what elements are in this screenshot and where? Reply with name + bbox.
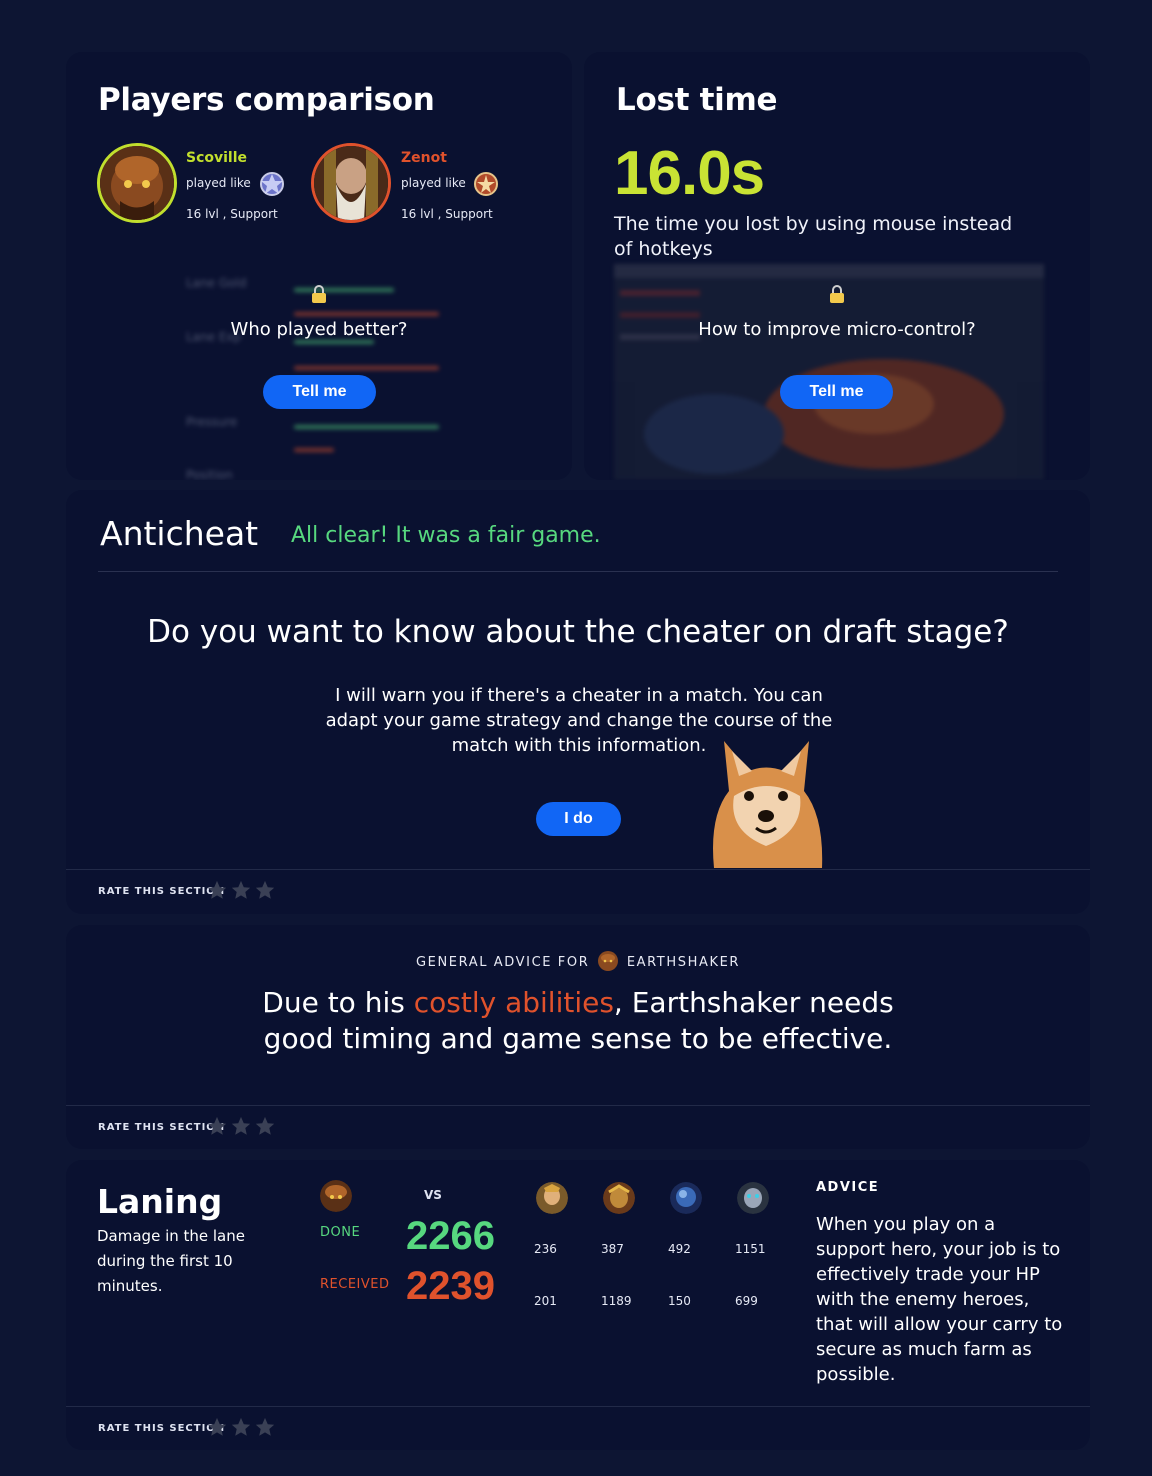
received-value: 2239 [406, 1264, 495, 1308]
blurred-label: Pressure [186, 415, 238, 429]
lost-time-title: Lost time [616, 82, 778, 118]
player2-info: 16 lvl , Support [401, 207, 493, 221]
blurred-label: Lane Gold [186, 276, 247, 290]
general-advice-card: GENERAL ADVICE FOR EARTHSHAKER Due to hi… [66, 925, 1090, 1149]
players-comparison-title: Players comparison [98, 82, 435, 118]
enemy-hero-icon [536, 1182, 568, 1214]
star-icon[interactable] [230, 1115, 252, 1137]
laning-description: Damage in the lane during the first 10 m… [97, 1227, 245, 1295]
star-icon[interactable] [206, 879, 228, 901]
rate-section-bar: RATE THIS SECTION [66, 869, 1090, 913]
vs-label: VS [424, 1188, 442, 1202]
star-icon[interactable] [206, 1416, 228, 1438]
anticheat-question: Do you want to know about the cheater on… [147, 614, 1009, 650]
lock-icon [829, 285, 845, 303]
divider [98, 571, 1058, 572]
star-icon[interactable] [254, 1416, 276, 1438]
enemy-received-value: 201 [534, 1294, 557, 1308]
general-advice-text: Due to his costly abilities, Earthshaker… [246, 985, 910, 1057]
enemy-hero-icon [670, 1182, 702, 1214]
lost-time-description: The time you lost by using mouse instead… [614, 213, 1013, 260]
hero-name: EARTHSHAKER [626, 955, 741, 970]
received-label: RECEIVED [320, 1277, 390, 1292]
blurred-label: Position [186, 468, 233, 480]
lock-icon [311, 285, 327, 303]
star-icon[interactable] [230, 1416, 252, 1438]
player1-avatar [97, 143, 177, 223]
tell-me-button[interactable]: Tell me [780, 375, 893, 409]
enemy-done-value: 492 [668, 1242, 691, 1256]
locked-question: How to improve micro-control? [698, 319, 976, 340]
advice-heading: ADVICE [816, 1180, 880, 1195]
star-rating[interactable] [206, 879, 276, 901]
doge-image [704, 736, 828, 868]
player2-name: Zenot [401, 150, 447, 166]
star-icon[interactable] [206, 1115, 228, 1137]
anticheat-card: Anticheat All clear! It was a fair game.… [66, 490, 1090, 914]
enemy-done-value: 387 [601, 1242, 624, 1256]
rank-medal-icon [470, 168, 502, 200]
star-rating[interactable] [206, 1115, 276, 1137]
enemy-done-value: 1151 [735, 1242, 766, 1256]
tell-me-button[interactable]: Tell me [263, 375, 376, 409]
anticheat-status: All clear! It was a fair game. [291, 523, 601, 548]
earthshaker-hero-icon [320, 1180, 352, 1212]
star-icon[interactable] [230, 879, 252, 901]
earthshaker-hero-icon [598, 951, 619, 971]
rate-section-bar: RATE THIS SECTION [66, 1105, 1090, 1149]
enemy-received-value: 150 [668, 1294, 691, 1308]
enemy-received-value: 699 [735, 1294, 758, 1308]
star-rating[interactable] [206, 1416, 276, 1438]
laning-card: Laning Damage in the lane during the fir… [66, 1160, 1090, 1450]
header-prefix: GENERAL ADVICE FOR [415, 955, 590, 970]
player1-info: 16 lvl , Support [186, 207, 278, 221]
player2-avatar [311, 143, 391, 223]
lost-time-value: 16.0s [614, 139, 765, 208]
enemy-hero-icon [603, 1182, 635, 1214]
anticheat-title: Anticheat [100, 514, 259, 553]
i-do-button[interactable]: I do [536, 802, 621, 836]
general-advice-header: GENERAL ADVICE FOR EARTHSHAKER [66, 951, 1090, 971]
star-icon[interactable] [254, 879, 276, 901]
advice-text: When you play on a support hero, your jo… [816, 1214, 1063, 1385]
enemy-done-value: 236 [534, 1242, 557, 1256]
enemy-received-value: 1189 [601, 1294, 632, 1308]
player1-name: Scoville [186, 150, 248, 166]
advice-accent: costly abilities [413, 986, 614, 1019]
advice-text-part: Due to his [262, 986, 414, 1019]
rank-medal-icon [256, 168, 288, 200]
done-value: 2266 [406, 1214, 495, 1258]
player2-played-like: played like [401, 176, 466, 190]
lost-time-card: Lost time 16.0s The time you lost by usi… [584, 52, 1090, 480]
rate-section-bar: RATE THIS SECTION [66, 1406, 1090, 1450]
laning-title: Laning [97, 1182, 223, 1221]
done-label: DONE [320, 1225, 361, 1240]
players-comparison-card: Players comparison Scoville played like … [66, 52, 572, 480]
player1-played-like: played like [186, 176, 251, 190]
enemy-hero-icon [737, 1182, 769, 1214]
locked-question: Who played better? [230, 319, 408, 340]
star-icon[interactable] [254, 1115, 276, 1137]
